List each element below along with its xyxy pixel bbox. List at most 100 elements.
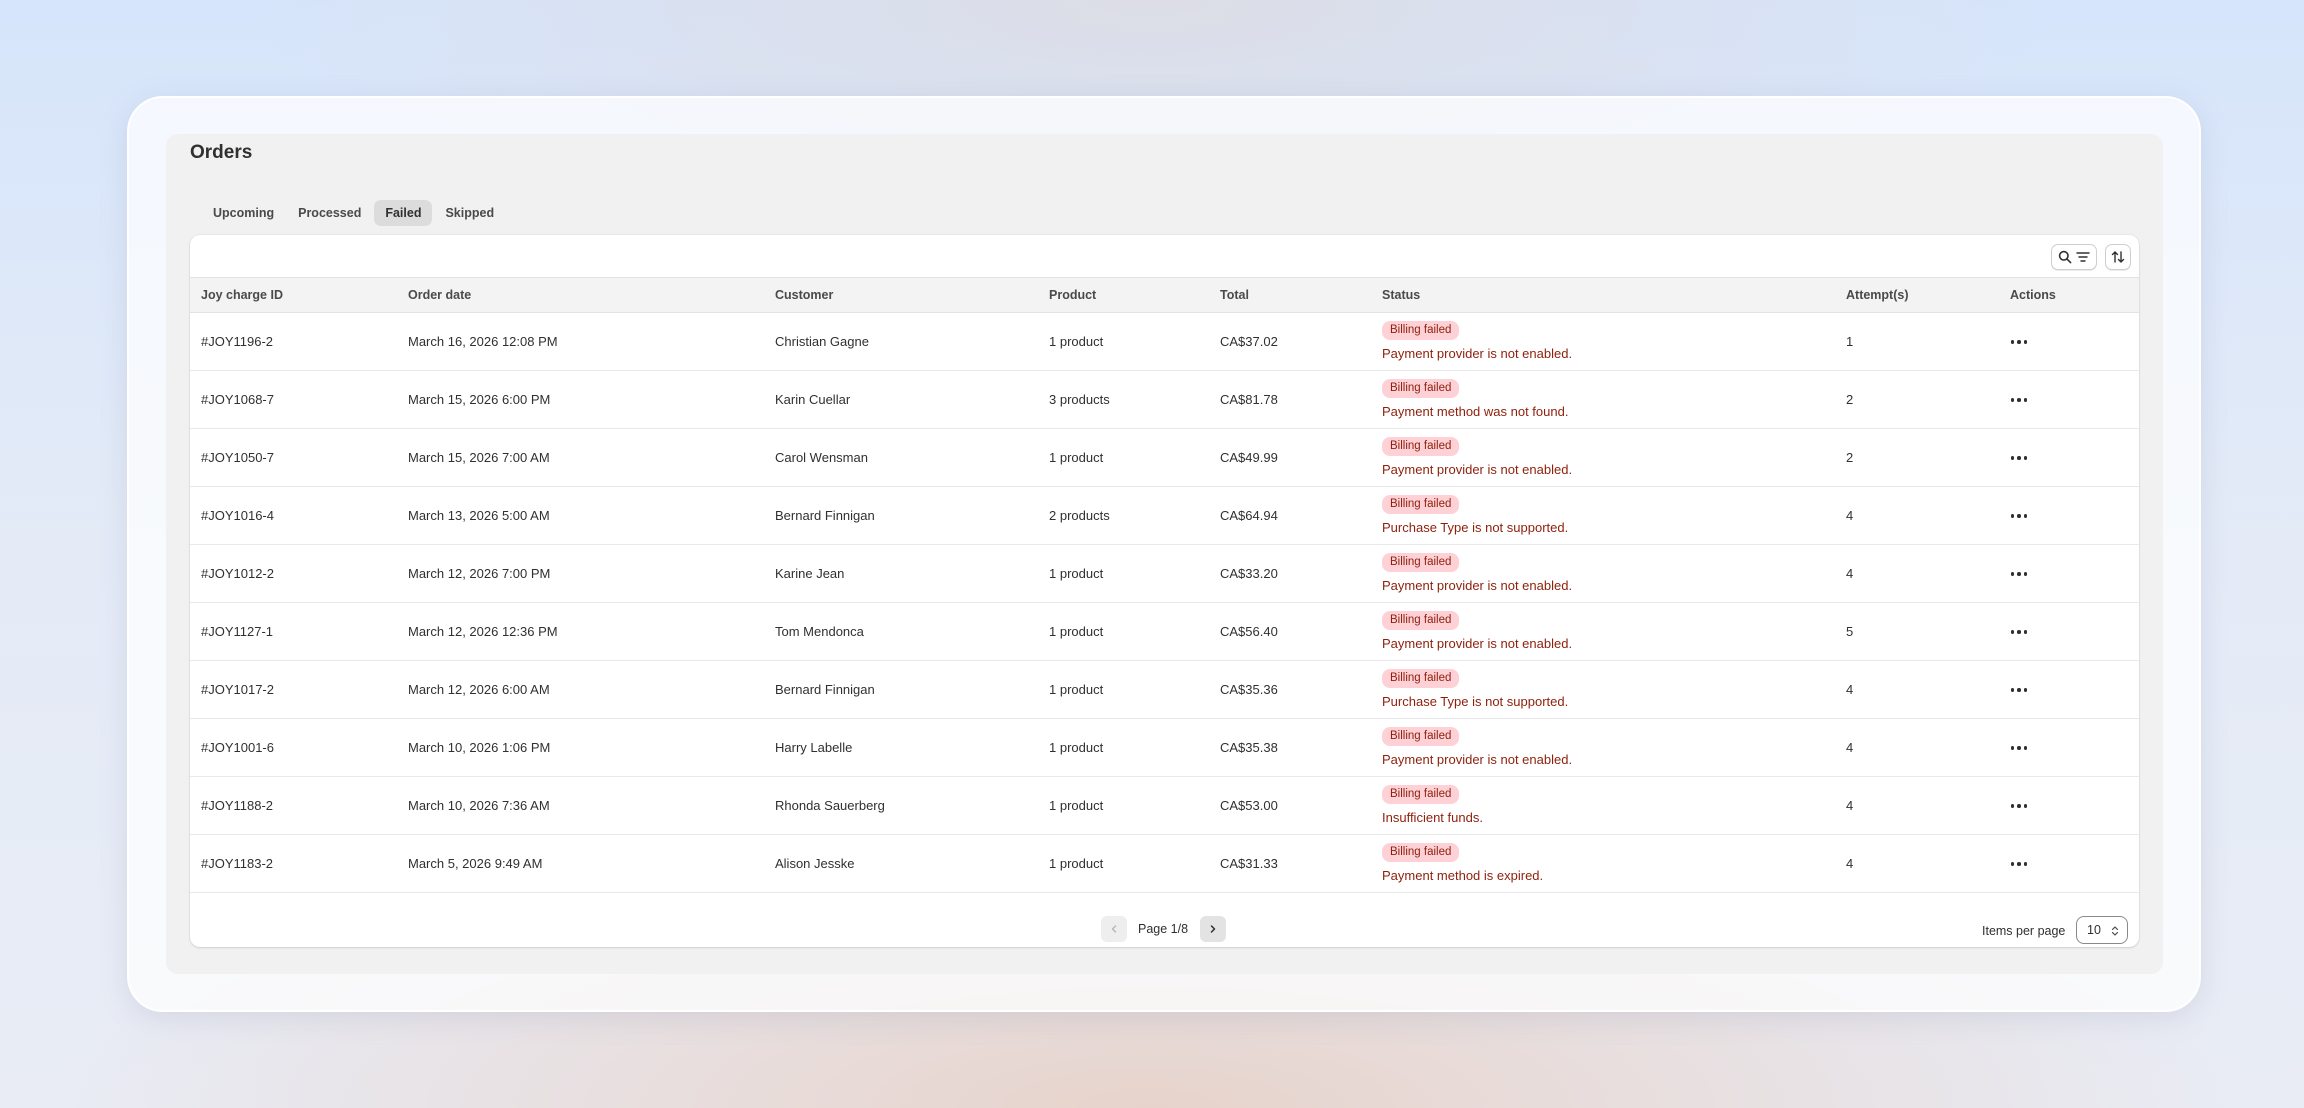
table-row[interactable]: #JOY1016-4 March 13, 2026 5:00 AM Bernar… xyxy=(190,487,2139,545)
row-actions-button[interactable] xyxy=(2007,333,2031,351)
cell-customer: Tom Mendonca xyxy=(775,624,864,639)
row-actions-button[interactable] xyxy=(2007,855,2031,873)
cell-order-date: March 12, 2026 7:00 PM xyxy=(408,566,551,581)
items-per-page-label: Items per page xyxy=(1982,924,2066,938)
status-badge: Billing failed xyxy=(1382,669,1460,688)
row-actions-button[interactable] xyxy=(2007,797,2031,815)
tab-failed[interactable]: Failed xyxy=(374,200,433,226)
cell-total: CA$64.94 xyxy=(1220,508,1278,523)
cell-status: Billing failed Purchase Type is not supp… xyxy=(1382,494,1568,535)
previous-page-button[interactable] xyxy=(1101,916,1127,942)
cell-customer: Karin Cuellar xyxy=(775,392,851,407)
header-status[interactable]: Status xyxy=(1382,278,1420,313)
cell-product: 2 products xyxy=(1049,508,1110,523)
table-row[interactable]: #JOY1068-7 March 15, 2026 6:00 PM Karin … xyxy=(190,371,2139,429)
cell-status: Billing failed Payment provider is not e… xyxy=(1382,726,1572,767)
cell-customer: Bernard Finnigan xyxy=(775,682,875,697)
cell-customer: Harry Labelle xyxy=(775,740,853,755)
cell-status: Billing failed Payment provider is not e… xyxy=(1382,436,1572,477)
table-header: Joy charge ID Order date Customer Produc… xyxy=(190,277,2139,313)
row-actions-button[interactable] xyxy=(2007,565,2031,583)
row-actions-button[interactable] xyxy=(2007,449,2031,467)
status-message: Payment provider is not enabled. xyxy=(1382,636,1573,651)
more-icon xyxy=(2010,514,2015,518)
cell-total: CA$35.36 xyxy=(1220,682,1278,697)
cell-product: 1 product xyxy=(1049,740,1104,755)
cell-order-date: March 10, 2026 1:06 PM xyxy=(408,740,551,755)
cell-total: CA$31.33 xyxy=(1220,856,1278,871)
row-actions-button[interactable] xyxy=(2007,681,2031,699)
tab-skipped[interactable]: Skipped xyxy=(434,200,505,226)
cell-product: 1 product xyxy=(1049,624,1104,639)
header-actions: Actions xyxy=(2010,288,2056,302)
table-row[interactable]: #JOY1183-2 March 5, 2026 9:49 AM Alison … xyxy=(190,835,2139,893)
row-actions-button[interactable] xyxy=(2007,623,2031,641)
cell-total: CA$49.99 xyxy=(1220,450,1278,465)
cell-customer: Alison Jesske xyxy=(775,856,855,871)
header-order-date[interactable]: Order date xyxy=(408,278,471,313)
table-row[interactable]: #JOY1050-7 March 15, 2026 7:00 AM Carol … xyxy=(190,429,2139,487)
more-icon xyxy=(2010,862,2015,866)
cell-attempts: 2 xyxy=(1846,392,1854,407)
cell-total: CA$81.78 xyxy=(1220,392,1278,407)
sort-icon xyxy=(2111,251,2125,263)
cell-status: Billing failed Payment provider is not e… xyxy=(1382,552,1572,593)
cell-charge-id: #JOY1188-2 xyxy=(201,798,274,813)
row-actions-button[interactable] xyxy=(2007,391,2031,409)
sort-button[interactable] xyxy=(2105,244,2131,270)
status-message: Payment method was not found. xyxy=(1382,404,1569,419)
cell-customer: Karine Jean xyxy=(775,566,845,581)
cell-status: Billing failed Insufficient funds. xyxy=(1382,784,1483,825)
items-per-page-value: 10 xyxy=(2087,923,2101,937)
row-actions-button[interactable] xyxy=(2007,739,2031,757)
select-arrows-icon xyxy=(2111,926,2119,936)
status-badge: Billing failed xyxy=(1382,379,1460,398)
filter-icon xyxy=(2076,252,2090,262)
cell-charge-id: #JOY1012-2 xyxy=(201,566,274,581)
page-title: Orders xyxy=(190,142,253,163)
header-charge-id[interactable]: Joy charge ID xyxy=(201,278,283,313)
cell-total: CA$37.02 xyxy=(1220,334,1278,349)
status-message: Purchase Type is not supported. xyxy=(1382,694,1569,709)
status-badge: Billing failed xyxy=(1382,553,1460,572)
table-row[interactable]: #JOY1017-2 March 12, 2026 6:00 AM Bernar… xyxy=(190,661,2139,719)
header-total[interactable]: Total xyxy=(1220,278,1249,313)
table-row[interactable]: #JOY1127-1 March 12, 2026 12:36 PM Tom M… xyxy=(190,603,2139,661)
header-attempts[interactable]: Attempt(s) xyxy=(1846,278,1909,313)
table-row[interactable]: #JOY1001-6 March 10, 2026 1:06 PM Harry … xyxy=(190,719,2139,777)
table-row[interactable]: #JOY1196-2 March 16, 2026 12:08 PM Chris… xyxy=(190,313,2139,371)
table-row[interactable]: #JOY1188-2 March 10, 2026 7:36 AM Rhonda… xyxy=(190,777,2139,835)
more-icon xyxy=(2010,746,2015,750)
orders-table-card: Joy charge ID Order date Customer Produc… xyxy=(190,235,2139,947)
search-filter-button[interactable] xyxy=(2051,244,2097,270)
tab-upcoming[interactable]: Upcoming xyxy=(202,200,285,226)
row-actions-button[interactable] xyxy=(2007,507,2031,525)
cell-charge-id: #JOY1183-2 xyxy=(201,856,274,871)
cell-attempts: 2 xyxy=(1846,450,1854,465)
cell-attempts: 4 xyxy=(1846,856,1854,871)
table-row[interactable]: #JOY1012-2 March 12, 2026 7:00 PM Karine… xyxy=(190,545,2139,603)
cell-charge-id: #JOY1017-2 xyxy=(201,682,274,697)
status-badge: Billing failed xyxy=(1382,495,1460,514)
cell-total: CA$33.20 xyxy=(1220,566,1278,581)
cell-charge-id: #JOY1016-4 xyxy=(201,508,274,523)
header-customer[interactable]: Customer xyxy=(775,278,833,313)
cell-status: Billing failed Payment provider is not e… xyxy=(1382,610,1572,651)
more-icon xyxy=(2010,456,2015,460)
cell-order-date: March 13, 2026 5:00 AM xyxy=(408,508,550,523)
items-per-page-select[interactable]: 10 xyxy=(2076,916,2128,944)
cell-charge-id: #JOY1068-7 xyxy=(201,392,274,407)
cell-charge-id: #JOY1196-2 xyxy=(201,334,274,349)
status-message: Payment provider is not enabled. xyxy=(1382,462,1573,477)
header-product[interactable]: Product xyxy=(1049,278,1096,313)
cell-product: 3 products xyxy=(1049,392,1110,407)
tab-processed[interactable]: Processed xyxy=(287,200,372,226)
cell-order-date: March 10, 2026 7:36 AM xyxy=(408,798,550,813)
search-icon xyxy=(2058,250,2072,264)
cell-total: CA$35.38 xyxy=(1220,740,1278,755)
chevron-left-icon xyxy=(1111,925,1117,933)
cell-status: Billing failed Payment method is expired… xyxy=(1382,842,1543,883)
chevron-right-icon xyxy=(1210,925,1216,933)
status-message: Purchase Type is not supported. xyxy=(1382,520,1569,535)
next-page-button[interactable] xyxy=(1200,916,1226,942)
